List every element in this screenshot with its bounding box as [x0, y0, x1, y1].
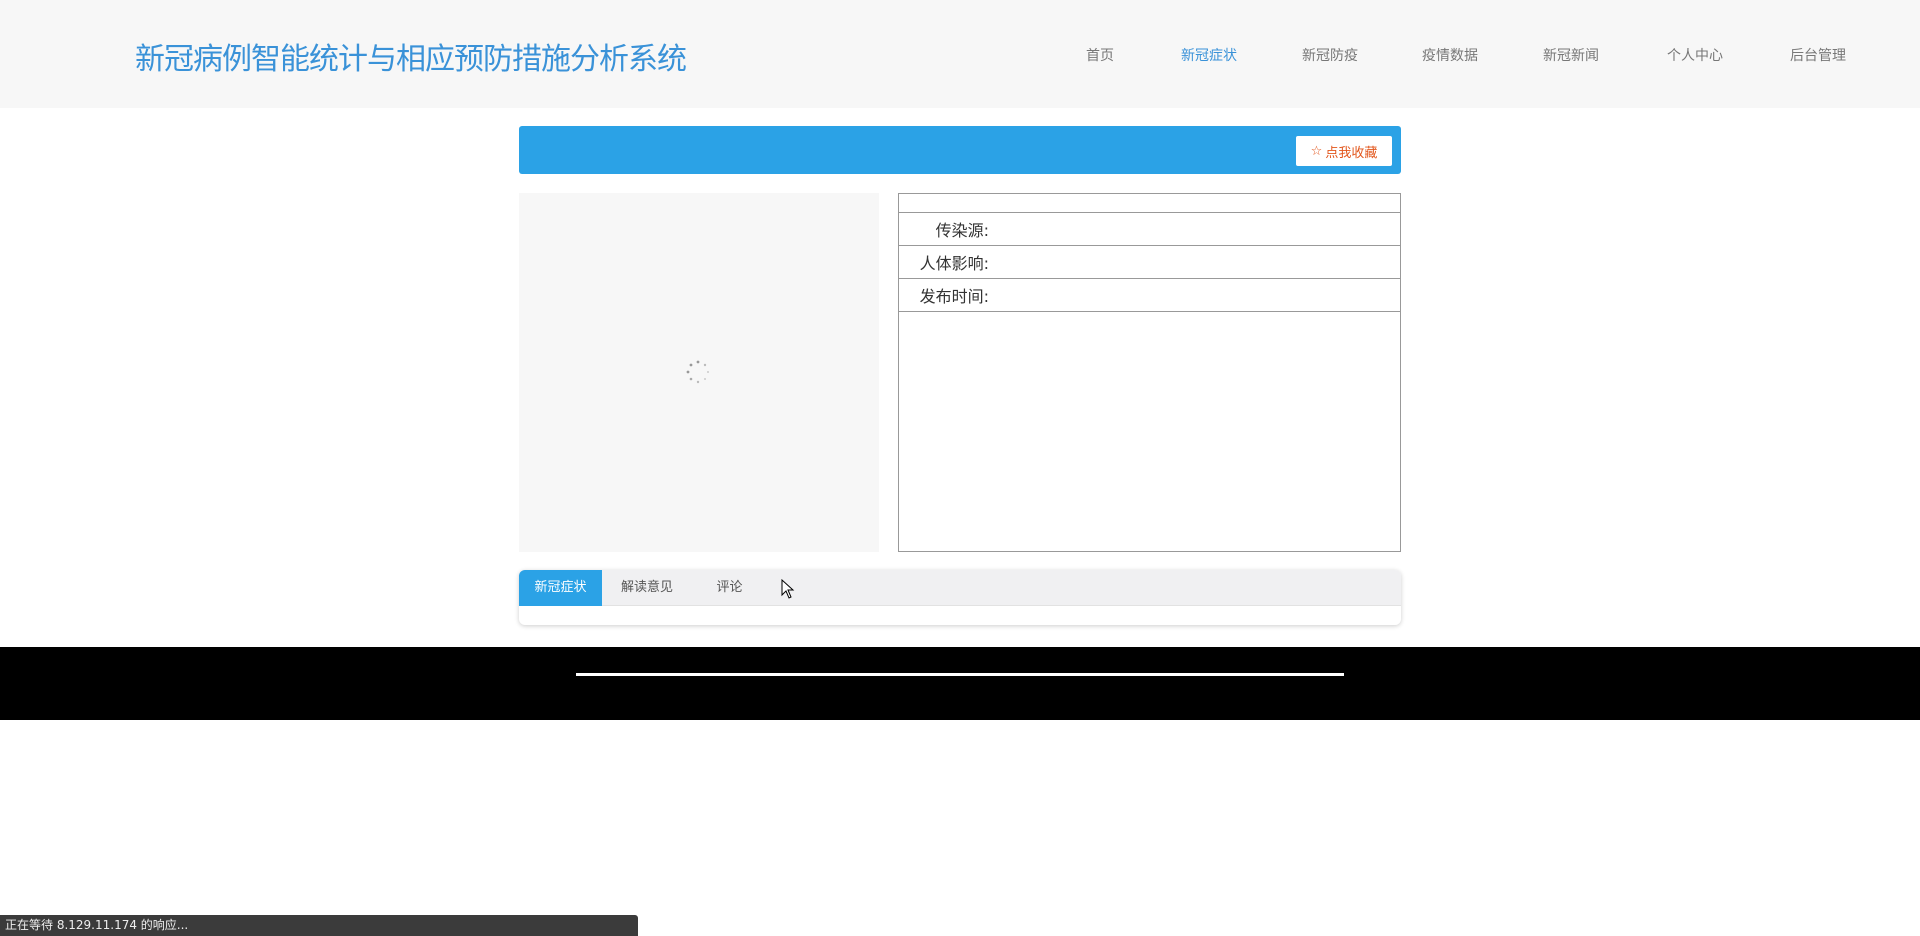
info-label: 发布时间: — [919, 287, 989, 306]
browser-status-bar: 正在等待 8.129.11.174 的响应... — [0, 915, 638, 936]
detail-banner: ☆ 点我收藏 — [519, 126, 1401, 174]
info-label: 传染源: — [935, 221, 989, 240]
favorite-label: 点我收藏 — [1325, 145, 1378, 161]
footer-divider — [576, 673, 1344, 676]
nav-home[interactable]: 首页 — [1086, 45, 1114, 65]
mouse-cursor-icon — [781, 579, 795, 599]
loading-spinner-icon — [686, 360, 709, 384]
site-title: 新冠病例智能统计与相应预防措施分析系统 — [135, 42, 687, 77]
favorite-button[interactable]: ☆ 点我收藏 — [1296, 136, 1392, 166]
info-label: 人体影响: — [919, 254, 989, 273]
tab-comments[interactable]: 评论 — [692, 570, 767, 606]
tab-bar: 新冠症状 解读意见 评论 — [519, 570, 1401, 606]
info-row-source: 传染源: — [899, 213, 1400, 246]
nav-admin[interactable]: 后台管理 — [1790, 45, 1846, 65]
site-header: 新冠病例智能统计与相应预防措施分析系统 首页 新冠症状 新冠防疫 疫情数据 新冠… — [0, 0, 1920, 108]
detail-tabs: 新冠症状 解读意见 评论 — [519, 570, 1401, 625]
info-table: 传染源: 人体影响: 发布时间: — [898, 193, 1401, 552]
nav-prevention[interactable]: 新冠防疫 — [1302, 45, 1358, 65]
info-row-publish-time: 发布时间: — [899, 279, 1400, 312]
info-title-row — [899, 194, 1400, 213]
nav-profile[interactable]: 个人中心 — [1667, 45, 1723, 65]
nav-epidemic-data[interactable]: 疫情数据 — [1422, 45, 1478, 65]
tab-interpretation[interactable]: 解读意见 — [602, 570, 692, 606]
info-row-impact: 人体影响: — [899, 246, 1400, 279]
star-outline-icon: ☆ — [1310, 143, 1323, 159]
nav-news[interactable]: 新冠新闻 — [1543, 45, 1599, 65]
image-placeholder — [519, 193, 879, 552]
nav-symptoms[interactable]: 新冠症状 — [1181, 45, 1237, 65]
tab-symptoms[interactable]: 新冠症状 — [519, 570, 602, 606]
site-footer — [0, 647, 1920, 720]
